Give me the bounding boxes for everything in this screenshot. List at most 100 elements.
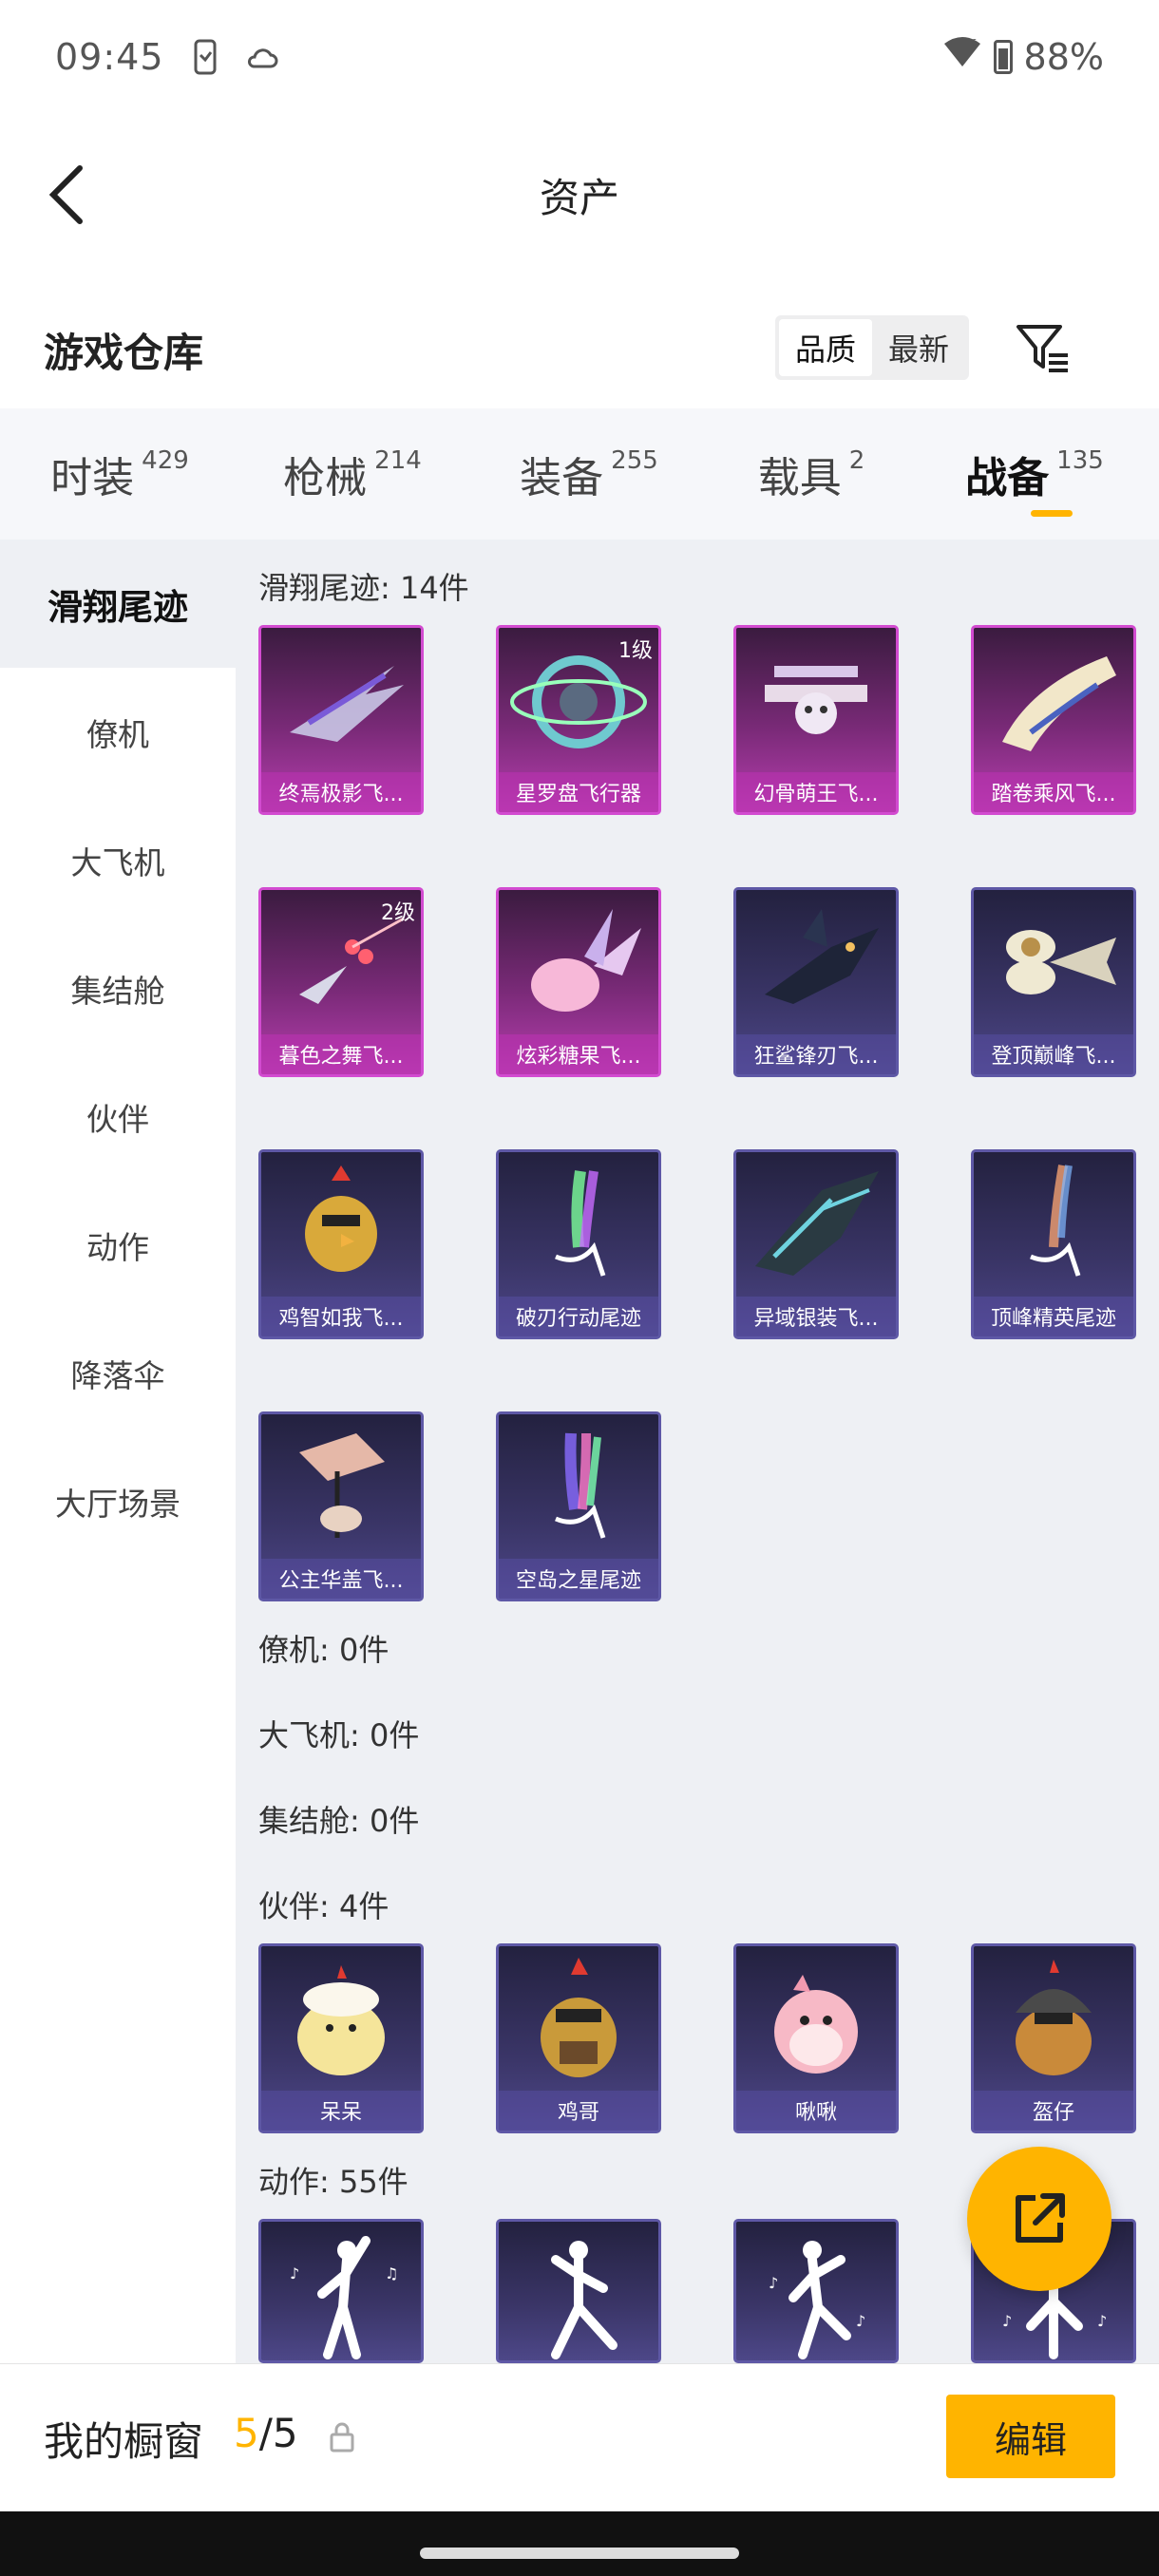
sort-quality[interactable]: 品质 (779, 319, 872, 376)
top-header: 资产 (0, 142, 1159, 247)
sidebar-item-big-plane[interactable]: 大飞机 (0, 796, 236, 924)
item-name: 呆呆 (261, 2091, 421, 2131)
item-name: 鸡智如我飞... (261, 1297, 421, 1336)
item-name: 幻骨萌王飞... (736, 772, 896, 812)
active-tab-indicator (1031, 510, 1073, 517)
tab-guns[interactable]: 枪械 214 (239, 408, 466, 540)
showcase-total: /5 (258, 2410, 298, 2456)
battery-icon (993, 40, 1013, 74)
item-card[interactable]: 啾啾 (733, 1943, 899, 2133)
sidebar-item-lobby-scene[interactable]: 大厅场景 (0, 1437, 236, 1565)
share-fab[interactable] (967, 2147, 1112, 2291)
status-time: 09:45 (55, 36, 164, 78)
item-name: 盔仔 (974, 2091, 1133, 2131)
back-button[interactable] (38, 163, 95, 226)
tab-battle-prep[interactable]: 战备 135 (910, 408, 1159, 540)
item-image (1030, 1165, 1081, 1277)
cloud-icon (246, 38, 278, 76)
tab-count: 135 (1056, 446, 1104, 475)
svg-text:♪: ♪ (769, 2274, 778, 2292)
home-gesture-pill[interactable] (420, 2548, 739, 2559)
item-card[interactable]: 2级 暮色之舞飞... (258, 887, 424, 1077)
sidebar-item-emote[interactable]: 动作 (0, 1181, 236, 1309)
svg-text:♪: ♪ (856, 2312, 865, 2330)
tab-label: 战备 (965, 454, 1050, 502)
filter-icon (1016, 325, 1068, 372)
sort-latest[interactable]: 最新 (872, 319, 965, 376)
item-image (555, 1170, 606, 1277)
item-image (1016, 1960, 1092, 2075)
svg-text:♪: ♪ (1097, 2312, 1107, 2330)
tab-label: 时装 (50, 454, 135, 502)
item-card[interactable]: 炫彩糖果飞... (496, 887, 661, 1077)
edit-button[interactable]: 编辑 (946, 2395, 1115, 2478)
item-name: 踏卷乘风飞... (974, 772, 1133, 812)
emote-card[interactable] (496, 2219, 661, 2363)
item-card[interactable]: 鸡智如我飞... (258, 1149, 424, 1339)
tab-label: 载具 (757, 454, 842, 502)
item-image (299, 1433, 385, 1538)
section-title-emote: 动作: 55件 (258, 2164, 408, 2200)
svg-text:♪: ♪ (1002, 2312, 1012, 2330)
item-card[interactable]: 1级 星罗盘飞行器 (496, 625, 661, 815)
section-title-companion: 伙伴: 4件 (258, 1888, 390, 1924)
tab-count: 214 (374, 446, 422, 475)
external-link-icon (1016, 2193, 1065, 2243)
filter-button[interactable] (1013, 317, 1074, 378)
item-level-badge: 1级 (618, 639, 653, 663)
sidebar-item-wingman[interactable]: 僚机 (0, 668, 236, 796)
chevron-left-icon (48, 165, 83, 224)
tab-vehicles[interactable]: 载具 2 (712, 408, 910, 540)
svg-text:6: 6 (971, 38, 977, 48)
item-name: 终焉极影飞... (261, 772, 421, 812)
item-card[interactable]: 呆呆 (258, 1943, 424, 2133)
item-name: 登顶巅峰飞... (974, 1034, 1133, 1074)
item-image (305, 1165, 377, 1272)
subcategory-sidebar: 滑翔尾迹 僚机 大飞机 集结舱 伙伴 动作 降落伞 大厅场景 (0, 540, 236, 2363)
tab-fashion[interactable]: 时装 429 (0, 408, 239, 540)
item-name: 狂鲨锋刃飞... (736, 1034, 896, 1074)
emote-card[interactable]: ♪ ♫ (258, 2219, 424, 2363)
sidebar-item-parachute[interactable]: 降落伞 (0, 1309, 236, 1437)
sidebar-item-capsule[interactable]: 集结舱 (0, 924, 236, 1052)
item-card[interactable]: 空岛之星尾迹 (496, 1411, 661, 1601)
item-card[interactable]: 盔仔 (971, 1943, 1136, 2133)
assets-page: 09:45 6 88% 资产 游戏仓库 品质 最新 时装 429 枪械 214 … (0, 0, 1159, 2576)
item-card[interactable]: 破刃行动尾迹 (496, 1149, 661, 1339)
item-card[interactable]: 鸡哥 (496, 1943, 661, 2133)
item-card[interactable]: 终焉极影飞... (258, 625, 424, 815)
item-card[interactable]: 登顶巅峰飞... (971, 887, 1136, 1077)
wifi-icon: 6 (942, 36, 982, 79)
section-title-wingman: 僚机: 0件 (258, 1632, 390, 1668)
item-name: 公主华盖飞... (261, 1559, 421, 1599)
item-name: 异域银装飞... (736, 1297, 896, 1336)
item-card[interactable]: 顶峰精英尾迹 (971, 1149, 1136, 1339)
status-bar: 09:45 6 88% (0, 0, 1159, 114)
system-nav-bar (0, 2511, 1159, 2576)
emote-card[interactable]: ♪ ♪ (733, 2219, 899, 2363)
emote-image (551, 2241, 618, 2359)
tab-count: 2 (848, 446, 865, 475)
tab-label: 装备 (520, 454, 604, 502)
item-card[interactable]: 踏卷乘风飞... (971, 625, 1136, 815)
emote-image: ♪ ♫ (290, 2236, 398, 2359)
tab-label: 枪械 (283, 454, 368, 502)
item-image (755, 1171, 879, 1276)
item-card[interactable]: 公主华盖飞... (258, 1411, 424, 1601)
item-name: 啾啾 (736, 2091, 896, 2131)
sidebar-item-companion[interactable]: 伙伴 (0, 1052, 236, 1181)
sidebar-item-glide-trail[interactable]: 滑翔尾迹 (0, 540, 236, 668)
page-title: 资产 (539, 174, 619, 221)
item-card[interactable]: 异域银装飞... (733, 1149, 899, 1339)
section-title-glide: 滑翔尾迹: 14件 (258, 570, 469, 606)
item-image (765, 666, 867, 734)
item-card[interactable]: 狂鲨锋刃飞... (733, 887, 899, 1077)
item-name: 空岛之星尾迹 (499, 1559, 658, 1599)
emote-image: ♪♪ (769, 2241, 865, 2359)
item-image (531, 909, 641, 1012)
warehouse-bar: 游戏仓库 品质 最新 (0, 302, 1159, 393)
item-card[interactable]: 幻骨萌王飞... (733, 625, 899, 815)
item-image (297, 1965, 385, 2075)
tab-equipment[interactable]: 装备 255 (466, 408, 712, 540)
item-image (1006, 930, 1116, 994)
